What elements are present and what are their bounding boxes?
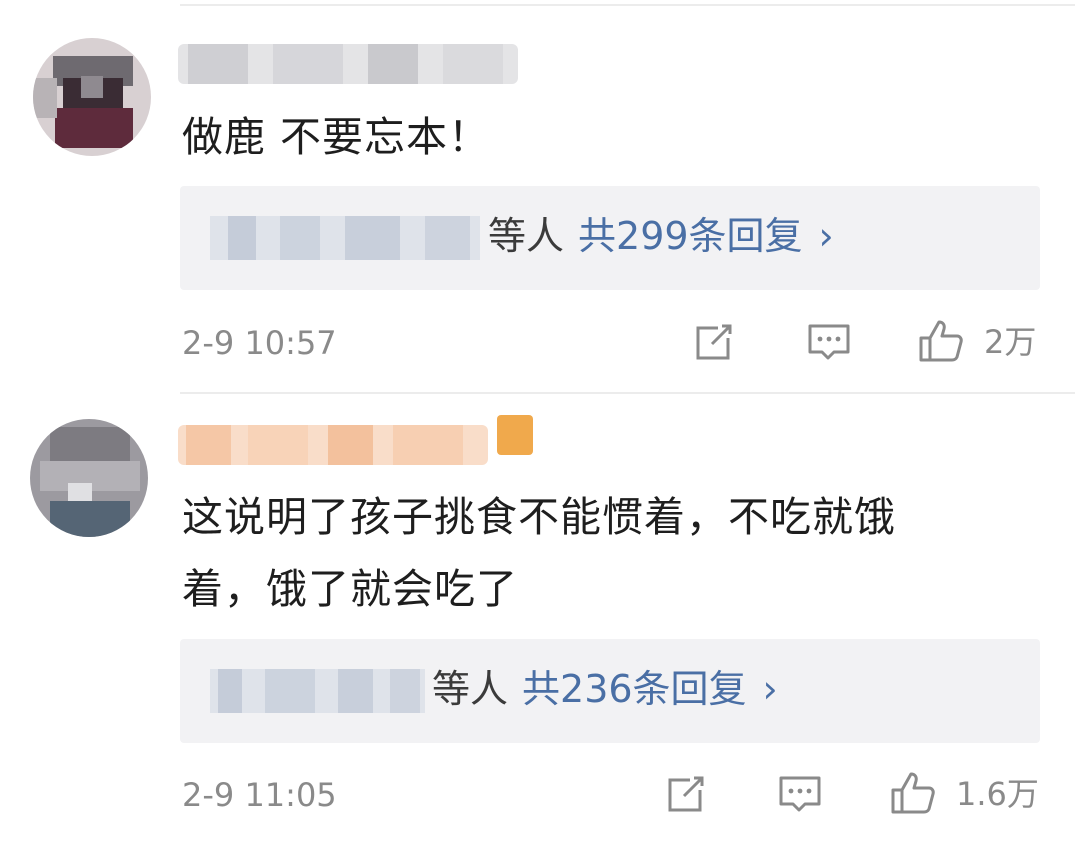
share-icon[interactable] <box>692 320 736 364</box>
username[interactable] <box>178 44 518 84</box>
thumbs-up-icon[interactable] <box>889 770 937 814</box>
timestamp: 2-9 11:05 <box>182 776 337 814</box>
chevron-right-icon[interactable]: › <box>763 667 778 711</box>
comment-text: 这说明了孩子挑食不能惯着，不吃就饿 着，饿了就会吃了 <box>182 493 896 613</box>
share-icon[interactable] <box>664 772 708 816</box>
like-count: 2万 <box>984 323 1037 361</box>
thumbs-up-icon[interactable] <box>917 318 965 362</box>
like-count: 1.6万 <box>956 775 1039 813</box>
comment-icon[interactable] <box>806 320 852 364</box>
vip-badge-icon <box>497 415 533 455</box>
reply-usernames[interactable] <box>210 669 425 713</box>
comment-text: 做鹿 不要忘本！ <box>182 113 491 161</box>
reply-count-link[interactable]: 共299条回复 <box>578 214 803 258</box>
comment-divider <box>180 392 1075 394</box>
timestamp: 2-9 10:57 <box>182 324 337 362</box>
avatar[interactable] <box>30 419 148 537</box>
comment-icon[interactable] <box>777 772 823 816</box>
reply-preview[interactable]: 等人 共299条回复 › <box>180 186 1040 290</box>
reply-usernames[interactable] <box>210 216 480 260</box>
reply-count-link[interactable]: 共236条回复 <box>522 667 747 711</box>
username[interactable] <box>178 425 488 465</box>
reply-suffix: 等人 <box>432 667 509 711</box>
reply-preview[interactable]: 等人 共236条回复 › <box>180 639 1040 743</box>
comment-item: 这说明了孩子挑食不能惯着，不吃就饿 着，饿了就会吃了 等人 共236条回复 › 2-… <box>0 395 1075 850</box>
comment-item: 做鹿 不要忘本！ 等人 共299条回复 › 2-9 10:57 2万 <box>0 0 1075 395</box>
avatar[interactable] <box>33 38 151 156</box>
reply-suffix: 等人 <box>488 214 565 258</box>
chevron-right-icon[interactable]: › <box>819 214 834 258</box>
